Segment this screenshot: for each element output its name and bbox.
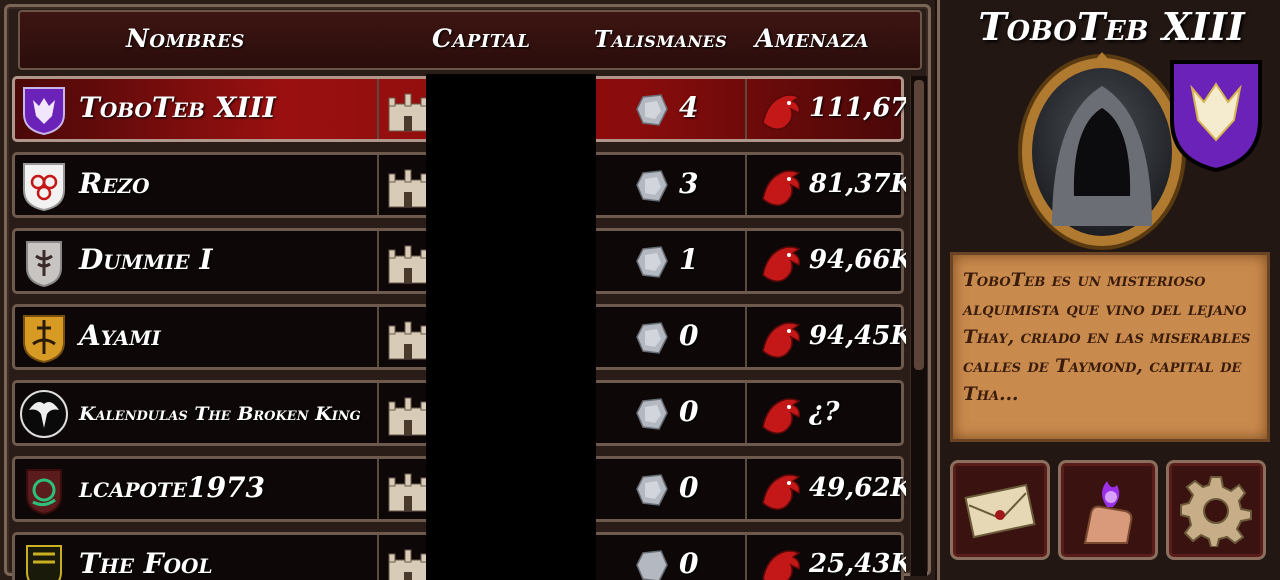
- castle-icon: [388, 93, 428, 132]
- castle-icon: [388, 321, 428, 360]
- column-divider: [745, 535, 747, 580]
- red-dragon-icon: [762, 550, 801, 580]
- red-dragon-icon: [762, 94, 801, 130]
- player-detail-panel: ToboTeb XIII ToboTeb es un misterioso al…: [937, 0, 1280, 580]
- castle-icon: [388, 245, 428, 284]
- talisman-icon: [636, 170, 668, 202]
- column-divider: [377, 535, 379, 580]
- talisman-count: 0: [679, 319, 699, 352]
- column-divider: [745, 79, 747, 139]
- red-dragon-icon: [762, 322, 801, 358]
- white-dragon-emblem-icon: [20, 390, 68, 438]
- column-divider: [745, 307, 747, 367]
- settings-button[interactable]: [1166, 460, 1266, 560]
- player-name: Ayami: [79, 319, 161, 352]
- talisman-icon: [636, 94, 668, 126]
- column-divider: [377, 155, 379, 215]
- column-divider: [377, 383, 379, 443]
- column-divider: [377, 459, 379, 519]
- red-dragon-icon: [762, 398, 801, 434]
- talisman-count: 0: [679, 471, 699, 504]
- list-header: Nombres Capital Talismanes Amenaza: [18, 10, 922, 70]
- threat-value: 49,62K: [809, 473, 906, 503]
- gear-icon: [1180, 476, 1252, 547]
- castle-icon: [388, 397, 428, 436]
- header-names: Nombres: [126, 24, 245, 53]
- list-scrollbar[interactable]: [910, 76, 927, 576]
- player-name: ToboTeb XIII: [79, 91, 276, 124]
- talisman-icon: [636, 474, 668, 506]
- red-dragon-icon: [762, 474, 801, 510]
- green-serpent-shield-icon: [26, 469, 62, 516]
- header-threat: Amenaza: [755, 24, 870, 53]
- talisman-icon: [636, 550, 668, 580]
- player-name: Rezo: [79, 167, 150, 200]
- grey-tree-shield-icon: [26, 241, 62, 288]
- red-dragon-icon: [762, 170, 801, 206]
- column-divider: [745, 459, 747, 519]
- talisman-icon: [636, 398, 668, 430]
- magic-hand-icon: [1083, 481, 1133, 544]
- column-divider: [745, 383, 747, 443]
- column-divider: [377, 307, 379, 367]
- threat-value: 111,67K: [809, 93, 906, 123]
- castle-icon: [388, 549, 428, 580]
- gold-sword-shield-icon: [23, 315, 65, 364]
- message-button[interactable]: [950, 460, 1050, 560]
- talisman-count: 1: [679, 243, 699, 276]
- castle-icon: [388, 473, 428, 512]
- column-divider: [745, 231, 747, 291]
- letter-icon: [964, 483, 1036, 539]
- castle-icon: [388, 169, 428, 208]
- scrollbar-thumb[interactable]: [914, 80, 924, 370]
- player-name: The Fool: [79, 547, 213, 580]
- column-divider: [745, 155, 747, 215]
- threat-value: 94,66K: [809, 245, 906, 275]
- threat-value: 25,43K: [809, 549, 906, 579]
- magic-button[interactable]: [1058, 460, 1158, 560]
- purple-dragon-shield-icon: [1170, 60, 1262, 173]
- talisman-icon: [636, 322, 668, 354]
- player-lore-text: ToboTeb es un misterioso alquimista que …: [950, 252, 1270, 442]
- header-talismans: Talismanes: [594, 26, 728, 53]
- talisman-icon: [636, 246, 668, 278]
- column-divider: [377, 231, 379, 291]
- panel-player-name: ToboTeb XIII: [978, 4, 1245, 49]
- red-dragon-icon: [762, 246, 801, 282]
- player-name: lcapote1973: [79, 471, 266, 504]
- talisman-count: 0: [679, 395, 699, 428]
- threat-value: ¿?: [809, 397, 840, 427]
- player-name: Dummie I: [79, 243, 213, 276]
- column-divider: [377, 79, 379, 139]
- white-red-sigil-shield-icon: [23, 163, 65, 212]
- redacted-capital-column: [426, 74, 596, 580]
- gold-pattern-shield-icon: [26, 545, 62, 580]
- talisman-count: 3: [679, 167, 699, 200]
- player-name: Kalendulas The Broken King: [79, 403, 361, 425]
- talisman-count: 4: [679, 91, 699, 124]
- threat-value: 81,37K: [809, 169, 906, 199]
- threat-value: 94,45K: [809, 321, 906, 351]
- talisman-count: 0: [679, 547, 699, 580]
- header-capital: Capital: [432, 24, 531, 53]
- hooded-figure-portrait: [1018, 52, 1186, 250]
- purple-dragon-shield-icon: [23, 87, 65, 136]
